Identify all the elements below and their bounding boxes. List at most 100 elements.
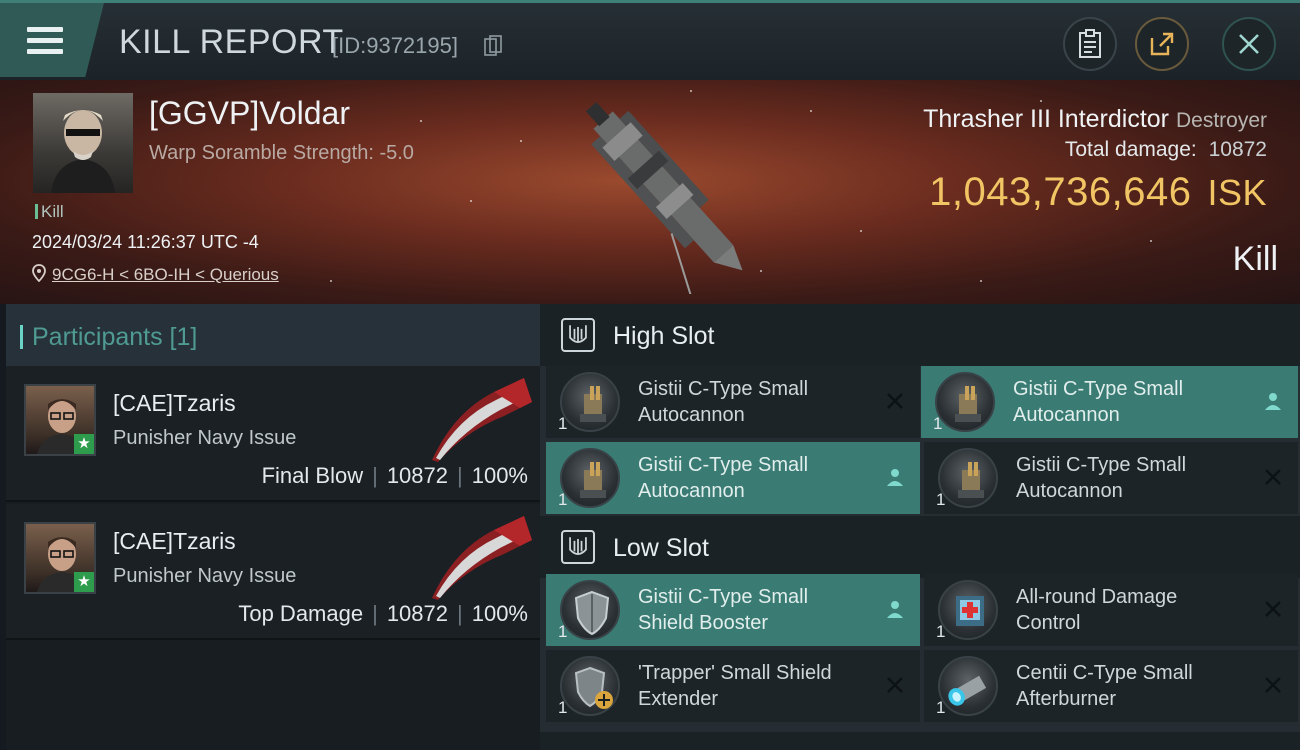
autocannon-icon xyxy=(935,372,995,432)
module-name: Gistii C-Type Small Autocannon xyxy=(1013,378,1184,426)
hamburger-icon xyxy=(27,27,63,55)
participant-ship: Punisher Navy Issue xyxy=(113,427,297,449)
clipboard-icon xyxy=(1079,29,1101,58)
autocannon-icon xyxy=(938,448,998,508)
isk-unit: ISK xyxy=(1207,172,1267,213)
destroyed-x-icon xyxy=(1265,601,1281,617)
fitting-panel: High Slot 1 Gistii C-Type Small Autocann… xyxy=(540,304,1300,750)
participant-ship: Punisher Navy Issue xyxy=(113,565,297,587)
participant-portrait[interactable]: ★ xyxy=(24,522,96,594)
ship-class: Destroyer xyxy=(1175,109,1267,132)
title-bar: KILL REPORT [ID:9372195] xyxy=(0,0,1300,80)
module-item[interactable]: 1 Centii C-Type Small Afterburner xyxy=(924,650,1298,722)
total-damage-line: Total damage: 10872 xyxy=(1065,138,1267,162)
kill-location[interactable]: 9CG6-H < 6BO-IH < Querious xyxy=(32,264,279,285)
high-slot-title: High Slot xyxy=(613,322,715,350)
participant-damage: 10872 xyxy=(386,463,448,488)
location-link[interactable]: 9CG6-H < 6BO-IH < Querious xyxy=(52,265,279,284)
module-item[interactable]: 1 Gistii C-Type Small Autocannon xyxy=(921,366,1298,438)
participant-card[interactable]: ★ [CAE]Tzaris Punisher Navy Issue Final … xyxy=(6,366,540,502)
total-damage-value: 10872 xyxy=(1208,138,1267,161)
isk-value: 1,043,736,646 xyxy=(929,170,1192,214)
destroyed-x-icon xyxy=(1265,469,1281,485)
shield-booster-icon xyxy=(560,580,620,640)
ship-name[interactable]: Thrasher III Interdictor xyxy=(923,105,1169,133)
menu-button[interactable] xyxy=(0,3,104,77)
report-id: [ID:9372195] xyxy=(332,33,458,58)
shield-extender-icon xyxy=(560,656,620,716)
low-slot-icon xyxy=(561,530,595,564)
module-name: Gistii C-Type Small Autocannon xyxy=(1016,454,1187,502)
module-qty: 1 xyxy=(558,698,568,717)
destroyed-x-icon xyxy=(887,393,903,409)
module-qty: 1 xyxy=(558,490,568,509)
participant-ship-image[interactable] xyxy=(424,510,536,602)
participant-ship-image[interactable] xyxy=(424,372,536,464)
participant-damage: 10872 xyxy=(386,601,448,626)
share-button[interactable] xyxy=(1135,17,1189,71)
ship-image[interactable] xyxy=(548,94,778,294)
participants-title: Participants [1] xyxy=(19,323,198,351)
module-name: Gistii C-Type Small Autocannon xyxy=(638,454,809,502)
participant-name[interactable]: [CAE]Tzaris xyxy=(113,528,236,555)
autocannon-icon xyxy=(560,448,620,508)
high-slot-icon xyxy=(561,318,595,352)
high-slot-header: High Slot xyxy=(540,304,1300,366)
module-qty: 1 xyxy=(936,622,946,641)
module-qty: 1 xyxy=(936,490,946,509)
damage-control-icon xyxy=(938,580,998,640)
module-item[interactable]: 1 Gistii C-Type Small Autocannon xyxy=(546,366,920,438)
participant-role: Top Damage xyxy=(238,601,364,626)
module-name: Gistii C-Type Small Shield Booster xyxy=(638,586,809,634)
outcome-label: Kill xyxy=(1232,240,1278,278)
kill-tag: Kill xyxy=(35,202,64,222)
participant-portrait[interactable]: ★ xyxy=(24,384,96,456)
module-item[interactable]: 1 'Trapper' Small Shield Extender xyxy=(546,650,920,722)
share-icon xyxy=(1150,32,1174,56)
location-pin-icon xyxy=(32,264,46,283)
star-badge-icon: ★ xyxy=(74,434,94,454)
victim-portrait[interactable] xyxy=(33,93,133,193)
module-item[interactable]: 1 Gistii C-Type Small Autocannon xyxy=(546,442,920,514)
window-title: KILL REPORT xyxy=(119,23,344,61)
module-name: Gistii C-Type Small Autocannon xyxy=(638,378,809,426)
kill-datetime: 2024/03/24 11:26:37 UTC -4 xyxy=(32,232,259,252)
participant-stats: Top Damage | 10872 | 100% xyxy=(238,601,528,626)
autocannon-icon xyxy=(560,372,620,432)
afterburner-icon xyxy=(938,656,998,716)
victim-name[interactable]: [GGVP]Voldar xyxy=(149,95,350,132)
person-icon xyxy=(887,601,903,618)
victim-subtitle: Warp Soramble Strength: -5.0 xyxy=(149,142,414,164)
low-slot-title: Low Slot xyxy=(613,534,709,562)
person-icon xyxy=(887,469,903,486)
isk-value-line: 1,043,736,646 ISK xyxy=(929,170,1267,215)
module-item[interactable]: 1 Gistii C-Type Small Shield Booster xyxy=(546,574,920,646)
participant-card[interactable]: ★ [CAE]Tzaris Punisher Navy Issue Top Da… xyxy=(6,504,540,640)
participants-list: ★ [CAE]Tzaris Punisher Navy Issue Final … xyxy=(6,366,540,750)
next-slot-header-partial xyxy=(540,732,1300,750)
participant-name[interactable]: [CAE]Tzaris xyxy=(113,390,236,417)
star-badge-icon: ★ xyxy=(74,572,94,592)
module-name: 'Trapper' Small Shield Extender xyxy=(638,662,832,710)
participant-stats: Final Blow | 10872 | 100% xyxy=(261,463,528,488)
copy-icon[interactable] xyxy=(484,35,502,57)
module-item[interactable]: 1 All-round Damage Control xyxy=(924,574,1298,646)
module-item[interactable]: 1 Gistii C-Type Small Autocannon xyxy=(924,442,1298,514)
module-qty: 1 xyxy=(933,414,943,433)
ship-name-line: Thrasher III Interdictor Destroyer xyxy=(923,105,1267,134)
close-icon xyxy=(1239,34,1259,54)
participant-role: Final Blow xyxy=(261,463,364,488)
low-slot-header: Low Slot xyxy=(540,516,1300,578)
close-button[interactable] xyxy=(1222,17,1276,71)
participants-header[interactable]: Participants [1] xyxy=(6,304,540,366)
participant-percent: 100% xyxy=(471,601,528,626)
destroyed-x-icon xyxy=(887,677,903,693)
kill-banner: [GGVP]Voldar Warp Soramble Strength: -5.… xyxy=(0,80,1300,304)
clipboard-button[interactable] xyxy=(1063,17,1117,71)
module-name: Centii C-Type Small Afterburner xyxy=(1016,662,1193,710)
victim-avatar xyxy=(51,110,115,193)
module-qty: 1 xyxy=(936,698,946,717)
person-icon xyxy=(1265,393,1281,410)
destroyed-x-icon xyxy=(1265,677,1281,693)
total-damage-label: Total damage: xyxy=(1064,138,1197,161)
